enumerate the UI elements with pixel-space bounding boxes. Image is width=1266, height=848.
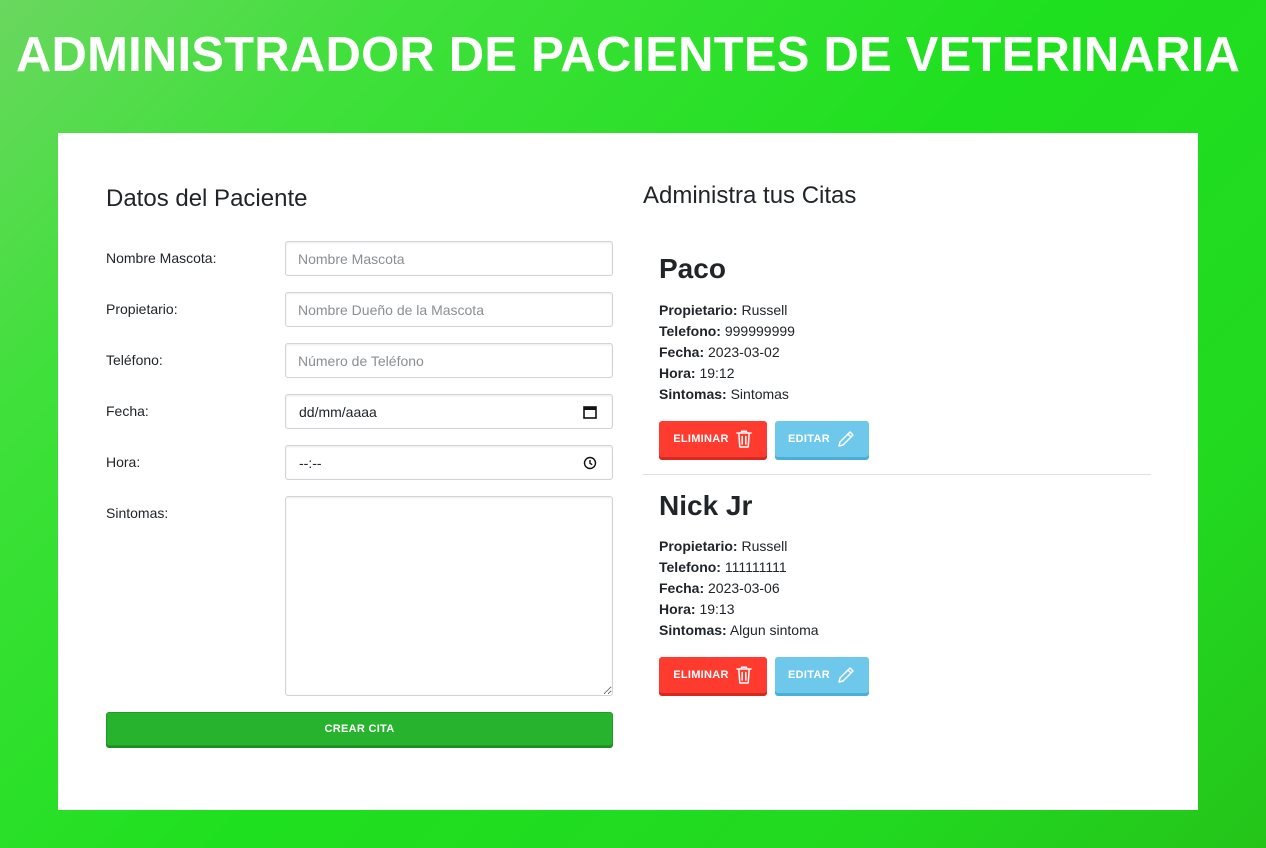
date-value: 2023-03-06 xyxy=(708,580,780,596)
appointment-phone: Telefono: 999999999 xyxy=(659,323,795,339)
pet-name-row: Nombre Mascota: xyxy=(106,241,613,276)
owner-field-label: Propietario: xyxy=(659,538,738,554)
date-input-value: dd/mm/aaaa xyxy=(299,404,377,420)
owner-input[interactable] xyxy=(285,292,613,327)
appointment-time: Hora: 19:12 xyxy=(659,365,735,381)
time-value: 19:12 xyxy=(699,365,735,381)
appointment-owner: Propietario: Russell xyxy=(659,302,787,318)
time-row: Hora: --:-- xyxy=(106,445,613,480)
phone-label: Teléfono: xyxy=(106,352,163,368)
symptoms-row: Sintomas: xyxy=(106,496,613,696)
trash-icon xyxy=(736,430,752,448)
phone-field-label: Telefono: xyxy=(659,559,721,575)
delete-button[interactable]: ELIMINAR xyxy=(659,421,767,457)
calendar-icon[interactable] xyxy=(582,404,598,420)
edit-button[interactable]: EDITAR xyxy=(775,657,869,693)
owner-field-label: Propietario: xyxy=(659,302,738,318)
time-input-value: --:-- xyxy=(299,455,322,471)
symptoms-label: Sintomas: xyxy=(106,505,169,521)
appointment-time: Hora: 19:13 xyxy=(659,601,735,617)
date-field-label: Fecha: xyxy=(659,344,705,360)
phone-value: 999999999 xyxy=(724,323,795,339)
phone-value: 111111111 xyxy=(724,559,787,575)
time-value: 19:13 xyxy=(699,601,735,617)
create-appointment-button[interactable]: CREAR CITA xyxy=(106,712,613,746)
pet-name-label: Nombre Mascota: xyxy=(106,250,217,266)
edit-button-label: EDITAR xyxy=(788,669,830,681)
owner-value: Russell xyxy=(741,538,788,554)
appointment-symptoms: Sintomas: Sintomas xyxy=(659,386,789,402)
date-field-label: Fecha: xyxy=(659,580,705,596)
time-input[interactable]: --:-- xyxy=(285,445,613,480)
appointment-phone: Telefono: 111111111 xyxy=(659,559,787,575)
pencil-icon xyxy=(838,667,854,683)
owner-value: Russell xyxy=(741,302,788,318)
page-title: ADMINISTRADOR DE PACIENTES DE VETERINARI… xyxy=(15,28,1241,82)
time-field-label: Hora: xyxy=(659,601,696,617)
time-field-label: Hora: xyxy=(659,365,696,381)
appointment-pet-name: Nick Jr xyxy=(659,490,753,521)
date-input[interactable]: dd/mm/aaaa xyxy=(285,394,613,429)
appointment-date: Fecha: 2023-03-06 xyxy=(659,580,780,596)
pencil-icon xyxy=(838,431,854,447)
appointment-pet-name: Paco xyxy=(659,253,726,284)
date-label: Fecha: xyxy=(106,403,149,419)
appointment-actions: ELIMINAR EDITAR xyxy=(643,657,943,693)
appointment-date: Fecha: 2023-03-02 xyxy=(659,344,780,360)
delete-button[interactable]: ELIMINAR xyxy=(659,657,767,693)
symptoms-value: Sintomas xyxy=(730,386,789,402)
edit-button[interactable]: EDITAR xyxy=(775,421,869,457)
date-row: Fecha: dd/mm/aaaa xyxy=(106,394,613,429)
delete-button-label: ELIMINAR xyxy=(673,669,729,681)
appointment-actions: ELIMINAR EDITAR xyxy=(643,421,943,457)
date-value: 2023-03-02 xyxy=(708,344,780,360)
symptoms-textarea[interactable] xyxy=(285,496,613,696)
delete-button-label: ELIMINAR xyxy=(673,433,729,445)
clock-icon[interactable] xyxy=(582,455,598,471)
appointment-card: Paco Propietario: Russell Telefono: 9999… xyxy=(643,253,1151,475)
form-title: Datos del Paciente xyxy=(106,185,308,212)
appointment-symptoms: Sintomas: Algun sintoma xyxy=(659,622,819,638)
symptoms-value: Algun sintoma xyxy=(729,622,819,638)
symptoms-field-label: Sintomas: xyxy=(659,386,727,402)
phone-row: Teléfono: xyxy=(106,343,613,378)
owner-label: Propietario: xyxy=(106,301,178,317)
edit-button-label: EDITAR xyxy=(788,433,830,445)
time-label: Hora: xyxy=(106,454,141,470)
appointment-divider xyxy=(643,474,1151,475)
appointments-title: Administra tus Citas xyxy=(643,182,857,209)
appointment-owner: Propietario: Russell xyxy=(659,538,787,554)
phone-input[interactable] xyxy=(285,343,613,378)
symptoms-field-label: Sintomas: xyxy=(659,622,727,638)
pet-name-input[interactable] xyxy=(285,241,613,276)
main-panel: Datos del Paciente Nombre Mascota: Propi… xyxy=(58,133,1198,810)
trash-icon xyxy=(736,666,752,684)
phone-field-label: Telefono: xyxy=(659,323,721,339)
owner-row: Propietario: xyxy=(106,292,613,327)
appointment-card: Nick Jr Propietario: Russell Telefono: 1… xyxy=(643,490,1151,700)
